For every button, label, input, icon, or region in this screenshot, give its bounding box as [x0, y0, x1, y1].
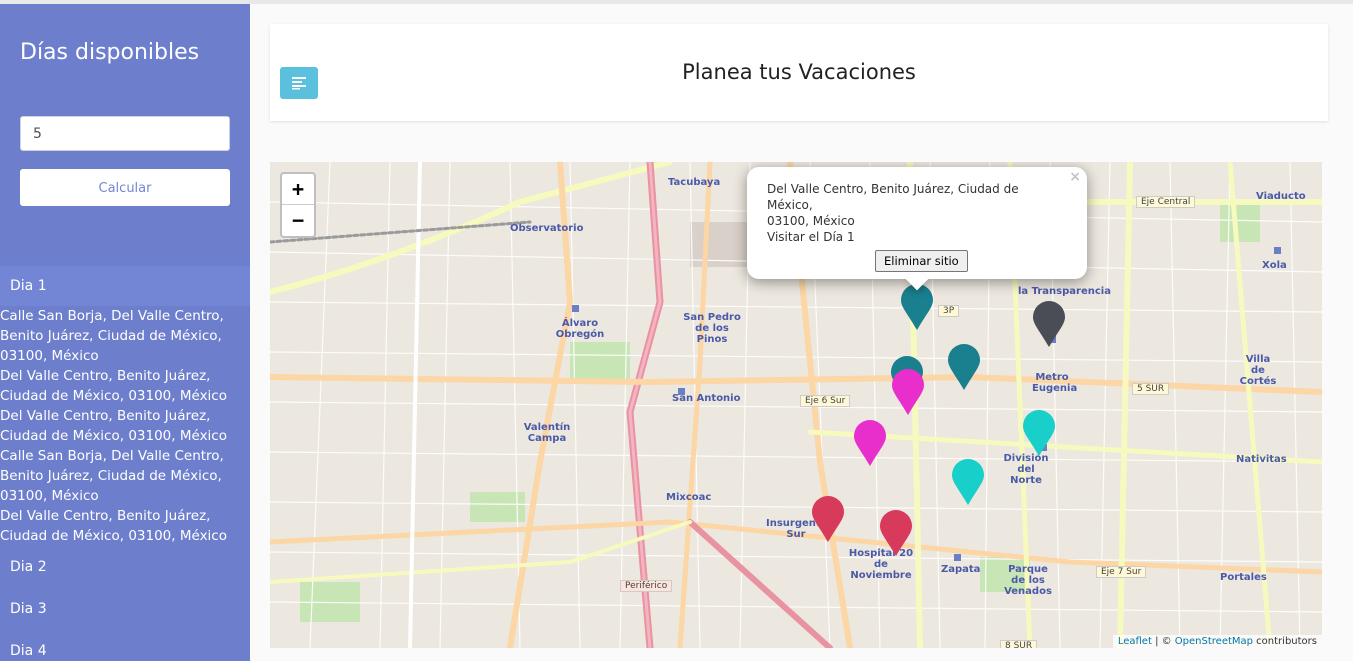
- place-label-metro-eugenia: Metro Eugenia: [1032, 372, 1078, 394]
- day-places-1: Calle San Borja, Del Valle Centro, Benit…: [0, 306, 250, 546]
- place-label-san-pedro: San Pedro de los Pinos: [683, 312, 741, 345]
- place-item: Del Valle Centro, Benito Juárez, Ciudad …: [0, 368, 227, 404]
- map-marker[interactable]: [852, 419, 888, 467]
- popup-address-line: 03100, México: [767, 214, 855, 228]
- attribution-separator: | ©: [1151, 636, 1175, 647]
- calculate-button[interactable]: Calcular: [20, 169, 230, 206]
- place-label-valentin-campa: Valentín Campa: [523, 422, 571, 444]
- map-marker[interactable]: [890, 368, 926, 416]
- days-input[interactable]: [20, 116, 230, 151]
- day-item-4: Dia 4: [0, 630, 250, 661]
- road-label-eje-7: Eje 7 Sur: [1096, 566, 1147, 578]
- place-label-xola: Xola: [1262, 260, 1287, 271]
- marker-popup: × Del Valle Centro, Benito Juárez, Ciuda…: [747, 167, 1087, 291]
- zoom-in-button[interactable]: +: [282, 174, 314, 205]
- place-item: Del Valle Centro, Benito Juárez, Ciudad …: [0, 508, 227, 544]
- place-item: Calle San Borja, Del Valle Centro, Benit…: [0, 448, 224, 504]
- place-label-tacubaya: Tacubaya: [668, 177, 721, 188]
- road-label-5-sur: 5 SUR: [1132, 383, 1170, 395]
- page-title: Planea tus Vacaciones: [682, 60, 916, 84]
- place-label-viaducto: Viaducto: [1256, 191, 1306, 202]
- leaflet-link[interactable]: Leaflet: [1118, 636, 1152, 647]
- road-label-eje-central: Eje Central: [1136, 196, 1196, 208]
- place-label-mixcoac: Mixcoac: [666, 492, 712, 503]
- popup-close-button[interactable]: ×: [1069, 169, 1081, 185]
- map-marker[interactable]: [1031, 300, 1067, 348]
- map-marker[interactable]: [950, 458, 986, 506]
- place-item: Calle San Borja, Del Valle Centro, Benit…: [0, 308, 224, 364]
- day-toggle-1[interactable]: Dia 1: [0, 266, 250, 306]
- sidebar-title: Días disponibles: [0, 4, 250, 100]
- road-label-periferico: Periférico: [620, 580, 673, 592]
- sidebar: Días disponibles Calcular Dia 1 Calle Sa…: [0, 4, 250, 661]
- zoom-out-button[interactable]: −: [282, 205, 314, 235]
- day-item-2: Dia 2: [0, 546, 250, 588]
- popup-visit-day: Visitar el Día 1: [767, 230, 855, 244]
- day-item-3: Dia 3: [0, 588, 250, 630]
- day-toggle-4[interactable]: Dia 4: [0, 630, 250, 661]
- place-label-villa-cortes: Villa de Cortés: [1239, 354, 1277, 387]
- place-label-observatorio: Observatorio: [510, 223, 584, 234]
- map-attribution: Leaflet | © OpenStreetMap contributors: [1112, 635, 1322, 648]
- map-marker[interactable]: [810, 495, 846, 543]
- day-toggle-2[interactable]: Dia 2: [0, 546, 250, 588]
- road-label-eje-6: Eje 6 Sur: [800, 395, 851, 407]
- place-label-transparencia: la Transparencia: [1018, 286, 1111, 297]
- place-label-zapata: Zapata: [941, 564, 981, 575]
- osm-link[interactable]: OpenStreetMap: [1175, 636, 1253, 647]
- map[interactable]: Eje Central Eje 6 Sur Eje 7 Sur 5 SUR Pe…: [270, 162, 1322, 648]
- road-label-3p: 3P: [938, 305, 960, 317]
- place-label-san-antonio: San Antonio: [672, 393, 741, 404]
- place-label-alvaro-obregon: Álvaro Obregón: [555, 318, 605, 340]
- map-marker[interactable]: [1021, 409, 1057, 457]
- map-marker[interactable]: [878, 509, 914, 557]
- main-content: Planea tus Vacaciones Eje Central Eje 6 …: [250, 4, 1353, 661]
- popup-address-line: Del Valle Centro, Benito Juárez, Ciudad …: [767, 182, 1019, 212]
- road-label-8-sur: 8 SUR: [1000, 640, 1038, 648]
- map-marker[interactable]: [946, 343, 982, 391]
- attribution-contributors: contributors: [1253, 636, 1317, 647]
- day-item-1: Dia 1 Calle San Borja, Del Valle Centro,…: [0, 266, 250, 546]
- popup-content: Del Valle Centro, Benito Juárez, Ciudad …: [767, 181, 1067, 245]
- place-label-parque-venados: Parque de los Venados: [1004, 564, 1052, 597]
- day-list: Dia 1 Calle San Borja, Del Valle Centro,…: [0, 266, 250, 661]
- top-navbar: Planea tus Vacaciones: [270, 24, 1328, 121]
- zoom-control: + −: [280, 172, 316, 238]
- place-label-division-norte: División del Norte: [1003, 453, 1049, 486]
- place-item: Del Valle Centro, Benito Juárez, Ciudad …: [0, 408, 227, 444]
- days-form: Calcular: [0, 100, 250, 206]
- day-toggle-3[interactable]: Dia 3: [0, 588, 250, 630]
- remove-site-button[interactable]: Eliminar sitio: [875, 250, 968, 272]
- place-label-nativitas: Nativitas: [1236, 454, 1287, 465]
- place-label-portales: Portales: [1220, 572, 1267, 583]
